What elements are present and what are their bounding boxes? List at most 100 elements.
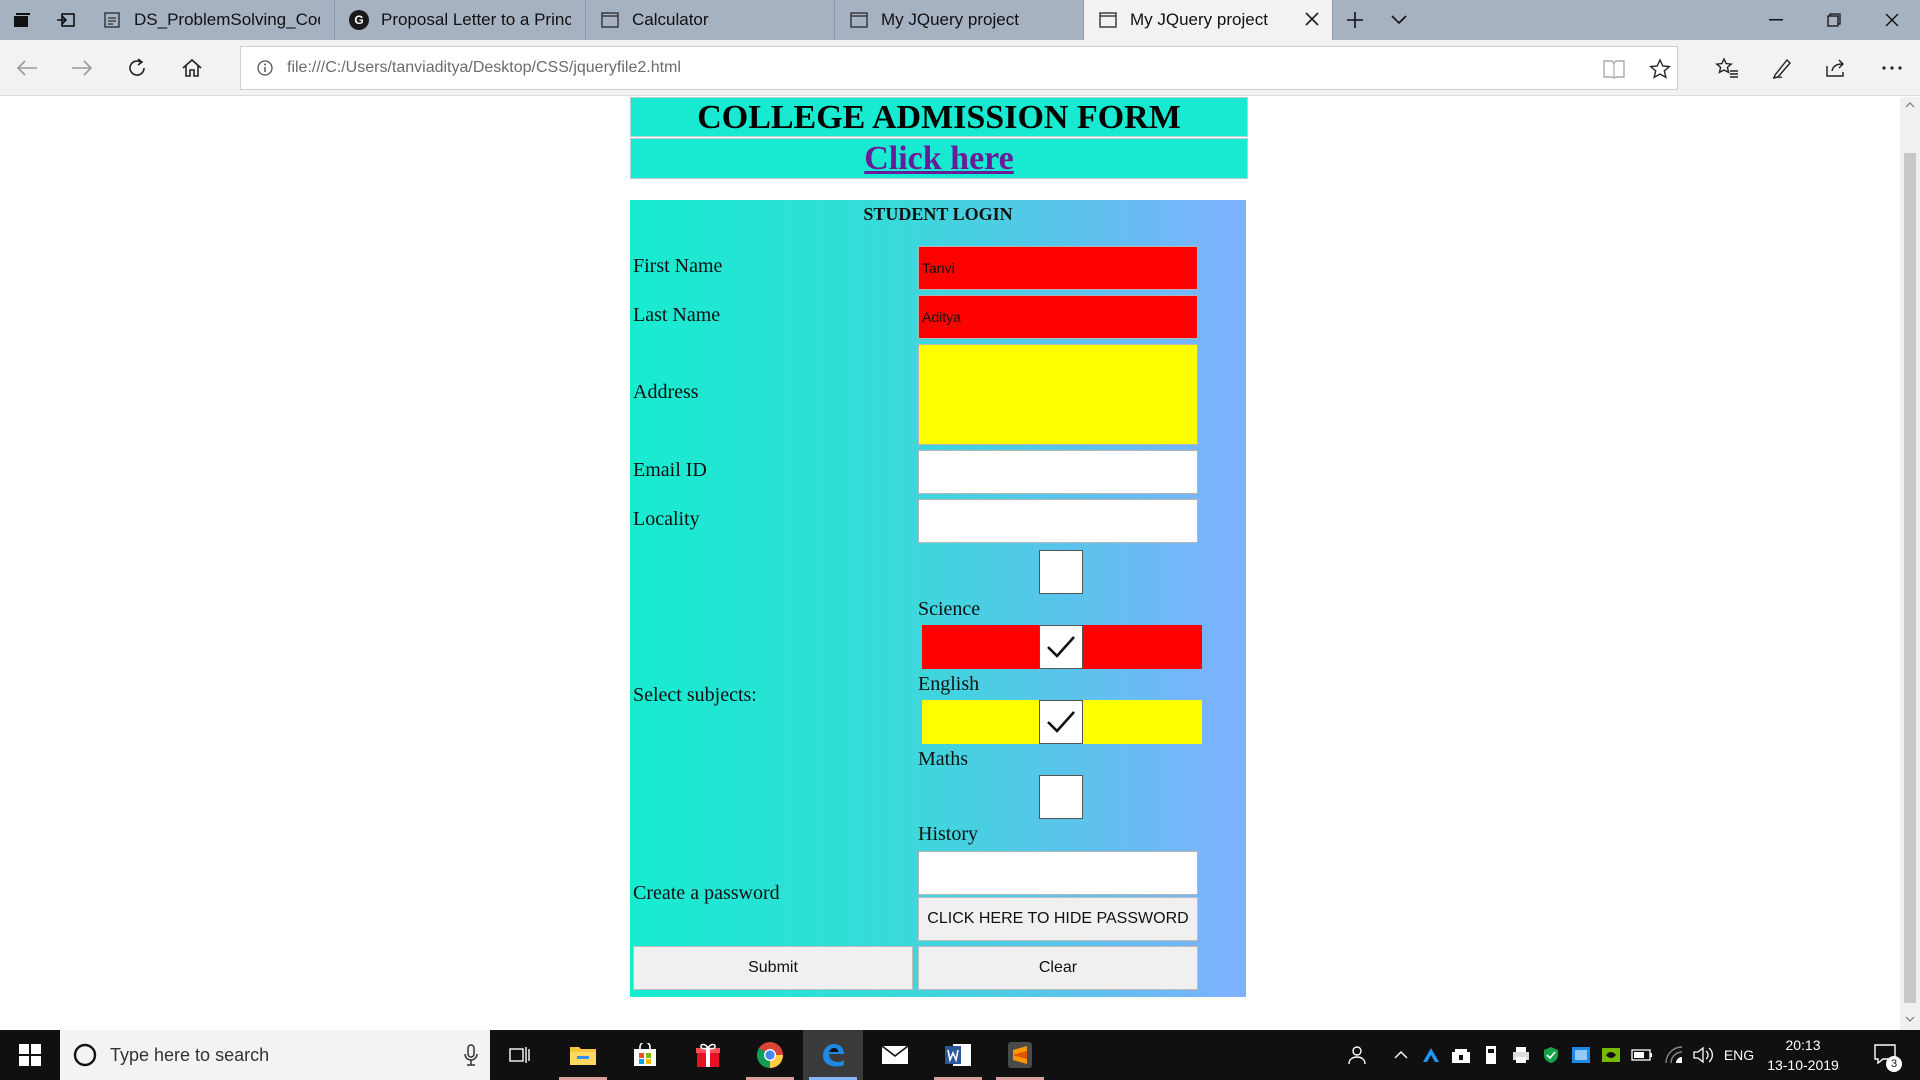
maths-checkbox-row <box>922 700 1202 744</box>
sublime-text-icon[interactable] <box>990 1030 1050 1080</box>
favorite-star-icon[interactable] <box>1649 58 1671 80</box>
taskbar-search-box[interactable]: Type here to search <box>60 1030 490 1080</box>
student-login-form: STUDENT LOGIN First Name Tanvi Last Name… <box>630 200 1246 997</box>
first-name-input[interactable]: Tanvi <box>918 246 1198 290</box>
share-icon[interactable] <box>1820 52 1852 84</box>
action-center-icon[interactable]: 3 <box>1866 1030 1906 1080</box>
edge-browser-icon[interactable] <box>803 1030 863 1080</box>
address-textarea[interactable] <box>918 344 1198 445</box>
browser-tab-bar: DS_ProblemSolving_Coding G Proposal Lett… <box>0 0 1920 40</box>
history-label: History <box>918 823 978 845</box>
hide-password-button[interactable]: CLICK HERE TO HIDE PASSWORD <box>918 897 1198 941</box>
restore-icon[interactable] <box>1806 0 1862 40</box>
clock-time: 20:13 <box>1785 1037 1821 1053</box>
password-label: Create a password <box>633 882 780 904</box>
scroll-up-icon[interactable] <box>1905 102 1915 108</box>
wifi-icon[interactable] <box>1660 1030 1688 1080</box>
g-badge-icon: G <box>349 10 369 30</box>
science-label: Science <box>918 598 981 620</box>
input-language[interactable]: ENG <box>1722 1030 1756 1080</box>
locality-label: Locality <box>633 508 700 530</box>
clear-button[interactable]: Clear <box>918 946 1198 990</box>
gift-icon[interactable] <box>678 1030 738 1080</box>
form-heading: STUDENT LOGIN <box>863 204 1013 224</box>
subjects-label: Select subjects: <box>633 684 757 706</box>
cortana-circle-icon[interactable] <box>72 1042 98 1068</box>
refresh-icon[interactable] <box>121 52 153 84</box>
forward-arrow-icon[interactable] <box>66 52 98 84</box>
security-shield-icon[interactable] <box>1538 1030 1564 1080</box>
tab-label: Calculator <box>632 10 709 29</box>
back-arrow-icon[interactable] <box>11 52 43 84</box>
minimize-icon[interactable] <box>1748 0 1804 40</box>
address-toolbar: file:///C:/Users/tanviaditya/Desktop/CSS… <box>0 40 1920 96</box>
tab-manager-icon[interactable] <box>0 0 44 40</box>
word-icon[interactable] <box>928 1030 988 1080</box>
onedrive-a-icon[interactable] <box>1418 1030 1444 1080</box>
battery-icon[interactable] <box>1628 1030 1656 1080</box>
url-text: file:///C:/Users/tanviaditya/Desktop/CSS… <box>287 59 681 76</box>
maths-checkbox[interactable] <box>1039 700 1083 744</box>
password-input[interactable] <box>918 851 1198 895</box>
microphone-icon[interactable] <box>464 1044 478 1066</box>
tab-preview-chevron-icon[interactable] <box>1377 0 1421 40</box>
reading-view-icon[interactable] <box>1603 59 1625 79</box>
mail-icon[interactable] <box>865 1030 925 1080</box>
click-here-link[interactable]: Click here <box>864 140 1014 177</box>
page-icon <box>600 10 620 30</box>
tab-label: My JQuery project <box>1130 10 1268 29</box>
close-window-icon[interactable] <box>1864 0 1920 40</box>
display-icon[interactable] <box>1568 1030 1594 1080</box>
first-name-label: First Name <box>633 255 723 277</box>
last-name-input[interactable]: Aditya <box>918 295 1198 339</box>
click-here-banner: Click here <box>630 138 1248 179</box>
page-icon <box>849 10 869 30</box>
science-checkbox[interactable] <box>1039 550 1083 594</box>
tab-jquery-project-1[interactable]: My JQuery project <box>835 0 1084 40</box>
network-shield-icon[interactable] <box>1448 1030 1474 1080</box>
more-options-icon[interactable] <box>1876 52 1908 84</box>
last-name-label: Last Name <box>633 304 721 326</box>
tab-jquery-project-active[interactable]: My JQuery project <box>1084 0 1333 40</box>
clock-date: 13-10-2019 <box>1767 1057 1839 1073</box>
tab-proposal-letter[interactable]: G Proposal Letter to a Principa <box>335 0 586 40</box>
english-checkbox[interactable] <box>1039 625 1083 669</box>
web-note-pen-icon[interactable] <box>1766 52 1798 84</box>
last-name-value: Aditya <box>922 309 961 325</box>
page-scrollbar[interactable] <box>1900 97 1920 1030</box>
show-hidden-icons-chevron-icon[interactable] <box>1388 1030 1414 1080</box>
document-icon <box>102 10 122 30</box>
tab-label: Proposal Letter to a Principa <box>381 10 571 29</box>
scrollbar-thumb[interactable] <box>1904 153 1916 1003</box>
email-input[interactable] <box>918 450 1198 494</box>
address-bar[interactable]: file:///C:/Users/tanviaditya/Desktop/CSS… <box>240 46 1678 90</box>
usb-device-icon[interactable] <box>1478 1030 1504 1080</box>
tab-calculator[interactable]: Calculator <box>586 0 835 40</box>
maths-label: Maths <box>918 748 968 770</box>
new-tab-icon[interactable] <box>1333 0 1377 40</box>
close-tab-icon[interactable] <box>1304 11 1320 27</box>
scroll-down-icon[interactable] <box>1905 1016 1915 1022</box>
set-aside-tabs-icon[interactable] <box>44 0 88 40</box>
submit-button[interactable]: Submit <box>633 946 913 990</box>
clock[interactable]: 20:13 13-10-2019 <box>1760 1030 1846 1080</box>
printer-icon[interactable] <box>1508 1030 1534 1080</box>
volume-icon[interactable] <box>1690 1030 1718 1080</box>
microsoft-store-icon[interactable] <box>615 1030 675 1080</box>
locality-input[interactable] <box>918 499 1198 543</box>
file-explorer-icon[interactable] <box>553 1030 613 1080</box>
chrome-icon[interactable] <box>740 1030 800 1080</box>
tab-ds-problemsolving[interactable]: DS_ProblemSolving_Coding <box>88 0 335 40</box>
people-icon[interactable] <box>1342 1030 1372 1080</box>
address-label: Address <box>633 381 699 403</box>
checkmark-icon <box>1047 636 1075 658</box>
history-checkbox[interactable] <box>1039 775 1083 819</box>
windows-start-icon[interactable] <box>0 1030 60 1080</box>
home-icon[interactable] <box>176 52 208 84</box>
info-icon[interactable] <box>257 60 273 76</box>
windows-taskbar: Type here to search ENG 20:13 13-10-2019… <box>0 1030 1920 1080</box>
notification-count-badge: 3 <box>1886 1056 1902 1072</box>
nvidia-icon[interactable] <box>1598 1030 1624 1080</box>
task-view-icon[interactable] <box>490 1030 550 1080</box>
favorites-hub-icon[interactable] <box>1711 52 1743 84</box>
